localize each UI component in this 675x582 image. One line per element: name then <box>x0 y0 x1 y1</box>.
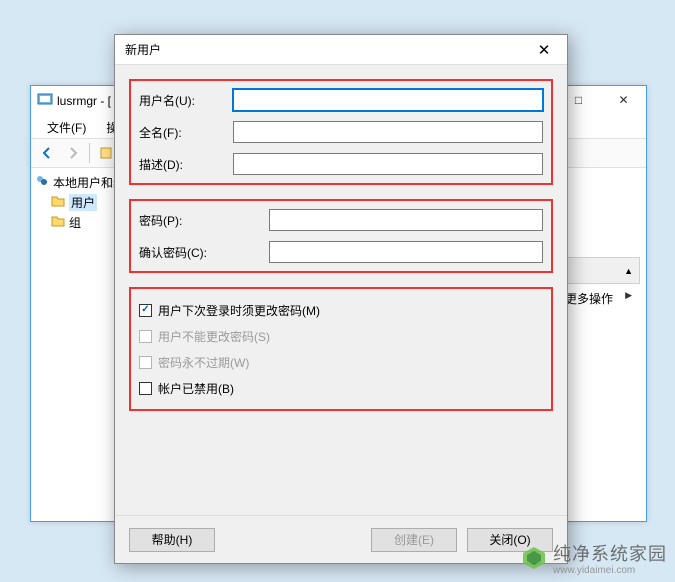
checkbox-cannot-change: 用户不能更改密码(S) <box>139 323 543 349</box>
checkbox-never-expire: 密码永不过期(W) <box>139 349 543 375</box>
watermark-url: www.yidaimei.com <box>553 565 667 576</box>
checkbox-icon <box>139 330 152 343</box>
checkbox-must-change[interactable]: 用户下次登录时须更改密码(M) <box>139 297 543 323</box>
folder-icon <box>51 194 65 211</box>
help-button[interactable]: 帮助(H) <box>129 528 215 552</box>
mmc-close-button[interactable]: ✕ <box>601 86 646 114</box>
watermark: 纯净系统家园 www.yidaimei.com <box>521 545 667 576</box>
dialog-titlebar: 新用户 ✕ <box>115 35 567 65</box>
highlight-options-group: 用户下次登录时须更改密码(M) 用户不能更改密码(S) 密码永不过期(W) 帐户… <box>129 287 553 411</box>
dialog-button-row: 帮助(H) 创建(E) 关闭(O) <box>115 515 567 563</box>
new-user-dialog: 新用户 ✕ 用户名(U): 全名(F): 描述(D): 密码(P): <box>114 34 568 564</box>
password-input[interactable] <box>269 209 543 231</box>
toolbar-separator <box>89 143 90 163</box>
username-input[interactable] <box>233 89 543 111</box>
fullname-label: 全名(F): <box>139 124 233 141</box>
create-button: 创建(E) <box>371 528 457 552</box>
mmc-title: lusrmgr - [ <box>57 94 111 108</box>
folder-icon <box>51 214 65 231</box>
watermark-text: 纯净系统家园 <box>553 545 667 565</box>
checkbox-icon <box>139 356 152 369</box>
password-label: 密码(P): <box>139 212 269 229</box>
menu-file[interactable]: 文件(F) <box>39 117 94 138</box>
dialog-close-button[interactable]: ✕ <box>521 35 567 65</box>
highlight-password-group: 密码(P): 确认密码(C): <box>129 199 553 273</box>
collapse-icon[interactable]: ▲ <box>624 266 633 276</box>
fullname-input[interactable] <box>233 121 543 143</box>
username-label: 用户名(U): <box>139 92 233 109</box>
toolbar-back-button[interactable] <box>35 141 59 165</box>
users-groups-icon <box>35 174 49 191</box>
mmc-app-icon <box>37 91 53 112</box>
description-input[interactable] <box>233 153 543 175</box>
watermark-logo-icon <box>521 545 547 576</box>
confirm-password-input[interactable] <box>269 241 543 263</box>
confirm-password-label: 确认密码(C): <box>139 244 269 261</box>
dialog-title: 新用户 <box>125 41 161 58</box>
toolbar-forward-button[interactable] <box>61 141 85 165</box>
checkbox-icon <box>139 382 152 395</box>
checkbox-account-disabled[interactable]: 帐户已禁用(B) <box>139 375 543 401</box>
description-label: 描述(D): <box>139 156 233 173</box>
checkbox-icon <box>139 304 152 317</box>
highlight-identity-group: 用户名(U): 全名(F): 描述(D): <box>129 79 553 185</box>
